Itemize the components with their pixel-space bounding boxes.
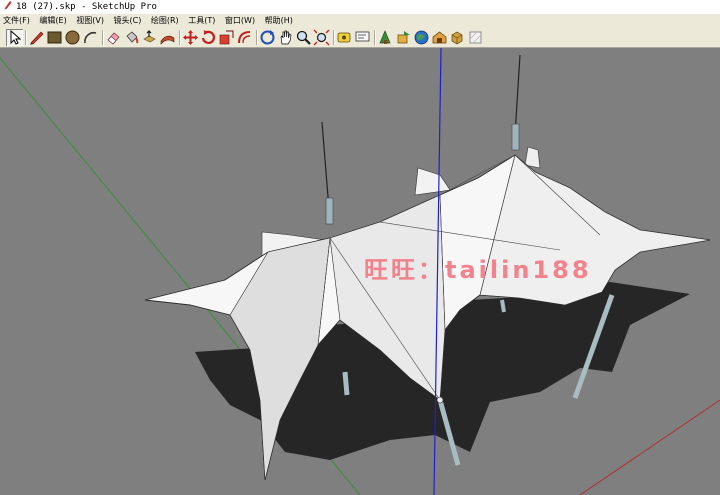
menu-window[interactable]: 窗口(W) — [222, 14, 259, 27]
zoom-icon[interactable] — [295, 29, 312, 46]
scale-icon[interactable] — [218, 29, 235, 46]
support-pole-back — [500, 299, 506, 313]
rotate-icon[interactable] — [200, 29, 217, 46]
menu-file[interactable]: 文件(F) — [0, 14, 34, 27]
title-bar: 18 (27).skp - SketchUp Pro — [0, 0, 720, 14]
pole-joint — [436, 396, 444, 404]
tool-toolbar — [0, 27, 720, 48]
rectangle-icon[interactable] — [46, 29, 63, 46]
window-title: 18 (27).skp - SketchUp Pro — [16, 2, 157, 12]
zoom-extents-icon[interactable] — [313, 29, 330, 46]
move-icon[interactable] — [182, 29, 199, 46]
paint-bucket-icon[interactable] — [123, 29, 140, 46]
watermark-text: 旺旺：tailin188 — [364, 256, 592, 284]
toolbar-separator — [102, 30, 104, 45]
sketchup-app-icon — [3, 0, 13, 10]
geo-location-icon[interactable] — [413, 29, 430, 46]
red-axis-line — [579, 399, 720, 495]
toolbar-separator — [256, 30, 258, 45]
text-label-icon[interactable] — [354, 29, 371, 46]
rear-peak-center — [414, 167, 451, 196]
menu-camera[interactable]: 镜头(C) — [111, 14, 146, 27]
get-models-icon[interactable] — [377, 29, 394, 46]
select-arrow-icon[interactable] — [6, 29, 23, 46]
share-model-icon[interactable] — [395, 29, 412, 46]
menu-tools[interactable]: 工具(T) — [185, 14, 219, 27]
circle-icon[interactable] — [64, 29, 81, 46]
mast-right-head — [511, 123, 520, 151]
components-icon[interactable] — [449, 29, 466, 46]
mast-right — [514, 54, 521, 136]
support-pole-left — [342, 371, 350, 396]
toolbar-separator — [179, 30, 181, 45]
toolbar-separator — [25, 30, 27, 45]
menu-help[interactable]: 帮助(H) — [262, 14, 297, 27]
menu-view[interactable]: 视图(V) — [73, 14, 108, 27]
push-pull-icon[interactable] — [141, 29, 158, 46]
toolbar-separator — [374, 30, 376, 45]
follow-me-icon[interactable] — [159, 29, 176, 46]
mast-left-head — [325, 197, 334, 225]
orbit-icon[interactable] — [259, 29, 276, 46]
menu-edit[interactable]: 编辑(E) — [36, 14, 70, 27]
model-viewport[interactable]: 旺旺：tailin188 — [0, 48, 720, 495]
menu-bar: 文件(F) 编辑(E) 视图(V) 镜头(C) 绘图(R) 工具(T) 窗口(W… — [0, 14, 720, 27]
measure-tape-icon[interactable] — [336, 29, 353, 46]
menu-draw[interactable]: 绘图(R) — [148, 14, 183, 27]
warehouse-icon[interactable] — [431, 29, 448, 46]
pan-hand-icon[interactable] — [277, 29, 294, 46]
arc-icon[interactable] — [82, 29, 99, 46]
pencil-line-icon[interactable] — [28, 29, 45, 46]
model-scene — [0, 48, 720, 495]
offset-icon[interactable] — [236, 29, 253, 46]
materials-icon[interactable] — [467, 29, 484, 46]
toolbar-separator — [333, 30, 335, 45]
eraser-icon[interactable] — [105, 29, 122, 46]
